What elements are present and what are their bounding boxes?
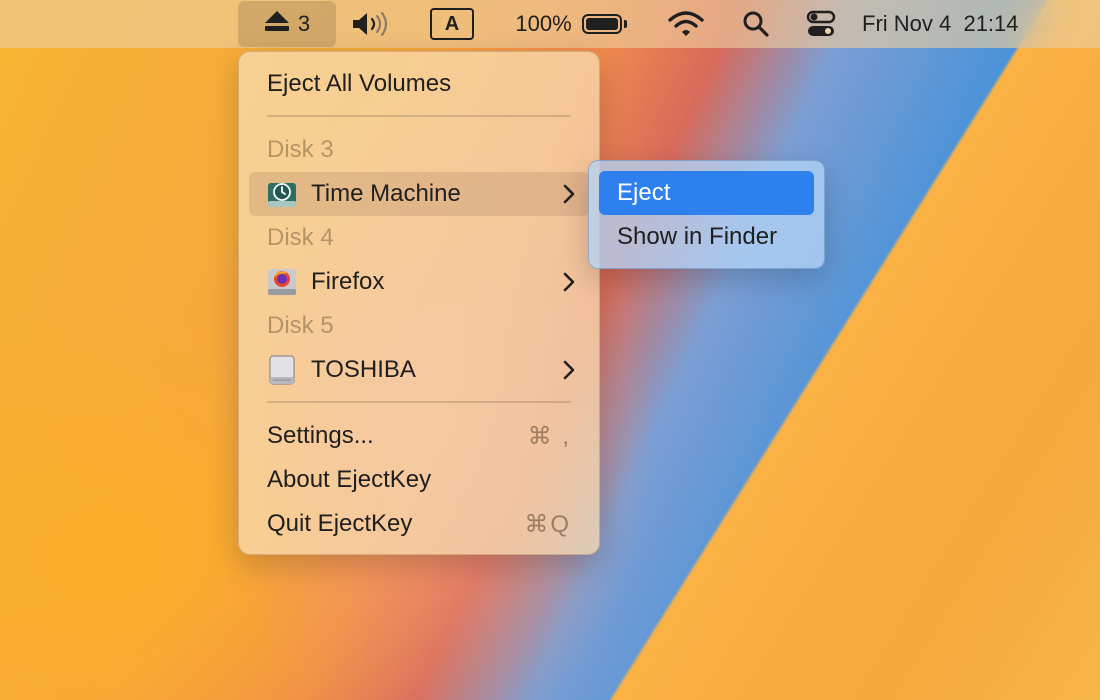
spotlight-search-icon[interactable] <box>738 0 774 48</box>
show-in-finder-item[interactable]: Show in Finder <box>599 215 814 259</box>
input-source-menu[interactable]: A <box>430 0 474 48</box>
eject-all-label: Eject All Volumes <box>267 70 452 97</box>
separator <box>267 115 571 117</box>
disk-header-label: Disk 3 <box>267 136 334 163</box>
disk-4-header: Disk 4 <box>249 216 589 260</box>
eject-icon <box>264 10 290 38</box>
settings-item[interactable]: Settings... ⌘ , <box>249 414 589 458</box>
settings-label: Settings... <box>267 422 374 449</box>
about-label: About EjectKey <box>267 466 432 493</box>
disk-header-label: Disk 5 <box>267 312 334 339</box>
date-time: Fri Nov 4 21:14 <box>862 11 1019 36</box>
volume-item-firefox[interactable]: Firefox <box>249 260 589 304</box>
volume-name: Time Machine <box>311 180 461 207</box>
input-source-label: A <box>430 8 474 40</box>
eject-dropdown-menu: Eject All Volumes Disk 3 Time Machine Di… <box>238 51 600 555</box>
time-machine-disk-icon <box>267 179 297 209</box>
eject-item[interactable]: Eject <box>599 171 814 215</box>
battery-percent: 100% <box>515 11 572 36</box>
quit-shortcut: ⌘Q <box>524 510 571 538</box>
volume-item-time-machine[interactable]: Time Machine <box>249 172 589 216</box>
external-drive-icon <box>267 355 297 385</box>
eject-label: Eject <box>617 179 671 206</box>
battery-icon <box>581 14 627 34</box>
eject-all-volumes-item[interactable]: Eject All Volumes <box>249 62 589 106</box>
disk-5-header: Disk 5 <box>249 304 589 348</box>
volume-submenu: Eject Show in Finder <box>588 160 825 269</box>
battery-menu[interactable]: 100% <box>510 0 632 48</box>
chevron-right-icon <box>549 184 589 204</box>
quit-item[interactable]: Quit EjectKey ⌘Q <box>249 502 589 546</box>
clock[interactable]: Fri Nov 4 21:14 <box>862 0 1072 48</box>
settings-shortcut: ⌘ , <box>527 422 571 450</box>
volume-icon[interactable] <box>350 0 392 48</box>
separator <box>267 401 571 403</box>
chevron-right-icon <box>549 272 589 292</box>
volume-name: Firefox <box>311 268 385 295</box>
show-in-finder-label: Show in Finder <box>617 223 778 250</box>
control-center-icon[interactable] <box>802 0 840 48</box>
eject-count: 3 <box>297 11 311 36</box>
menu-bar: 3 A 100% Fri Nov 4 21:14 <box>0 0 1100 48</box>
disk-3-header: Disk 3 <box>249 128 589 172</box>
disk-header-label: Disk 4 <box>267 224 334 251</box>
chevron-right-icon <box>549 360 589 380</box>
firefox-disk-icon <box>267 267 297 297</box>
eject-menu-extra[interactable]: 3 <box>238 1 336 47</box>
wifi-icon[interactable] <box>666 0 706 48</box>
quit-label: Quit EjectKey <box>267 510 413 537</box>
volume-name: TOSHIBA <box>311 356 416 383</box>
about-item[interactable]: About EjectKey <box>249 458 589 502</box>
volume-item-toshiba[interactable]: TOSHIBA <box>249 348 589 392</box>
